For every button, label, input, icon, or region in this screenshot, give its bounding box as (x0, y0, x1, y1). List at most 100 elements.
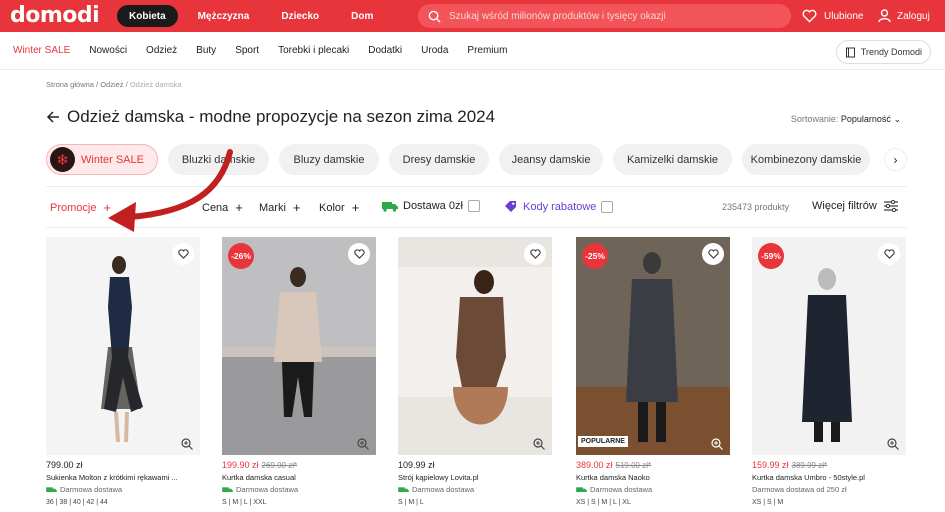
red-arrow-annotation (108, 149, 233, 232)
product-price: 159.99 zł 389.99 zł* (752, 460, 906, 470)
favorite-button[interactable] (702, 243, 724, 265)
product-card[interactable]: -25% POPULARNE 389.00 zł 519.00 zł* Kurtk… (576, 237, 730, 506)
filter-kody[interactable]: Kody rabatowe (504, 200, 614, 213)
product-image[interactable]: -25% POPULARNE (576, 237, 730, 455)
chevron-right-icon: › (893, 152, 898, 167)
trendy-button[interactable]: Trendy Domodi (835, 40, 931, 64)
cat-nowosci[interactable]: Nowości (89, 45, 127, 56)
filter-dostawa[interactable]: Dostawa 0zł (382, 200, 480, 212)
product-image[interactable] (46, 237, 200, 455)
product-image[interactable] (398, 237, 552, 455)
tab-dziecko[interactable]: Dziecko (269, 5, 331, 27)
cat-torebki[interactable]: Torebki i plecaki (278, 45, 349, 56)
product-image[interactable]: -26% (222, 237, 376, 455)
cat-winter-sale[interactable]: Winter SALE (13, 45, 70, 56)
coupon-checkbox[interactable] (601, 200, 614, 213)
heart-icon (707, 249, 719, 259)
tag-icon (505, 201, 516, 212)
zoom-icon[interactable] (886, 437, 900, 451)
chip-kombinezony[interactable]: Kombinezony damskie (742, 144, 870, 175)
delivery-checkbox[interactable] (467, 200, 480, 212)
filter-kolor[interactable]: Kolor + (319, 200, 359, 215)
product-card[interactable]: -26% 199.90 zł 269.90 zł* Kurtka damska c… (222, 237, 376, 506)
more-filters-button[interactable]: Więcej filtrów (812, 200, 898, 212)
breadcrumb-home[interactable]: Strona główna (46, 80, 94, 89)
cat-buty[interactable]: Buty (196, 45, 216, 56)
product-image[interactable]: -59% (752, 237, 906, 455)
heart-icon (353, 249, 365, 259)
discount-badge: -26% (228, 243, 254, 269)
product-price: 389.00 zł 519.00 zł* (576, 460, 730, 470)
favorite-button[interactable] (348, 243, 370, 265)
product-price: 109.99 zł (398, 460, 552, 470)
filter-dostawa-label: Dostawa 0zł (403, 200, 463, 212)
favorite-button[interactable] (172, 243, 194, 265)
chip-jeansy[interactable]: Jeansy damskie (499, 144, 603, 175)
truck-icon (222, 486, 233, 492)
domodi-logo[interactable]: domodi (10, 3, 100, 28)
zoom-icon[interactable] (710, 437, 724, 451)
product-card[interactable]: 109.99 zł Strój kąpielowy Lovita.pl Darm… (398, 237, 552, 506)
product-name[interactable]: Strój kąpielowy Lovita.pl (398, 473, 552, 482)
cat-sport[interactable]: Sport (235, 45, 259, 56)
search-icon (428, 10, 441, 23)
shipping-label: Darmowa dostawa (60, 485, 123, 494)
gender-tabs: Kobieta Mężczyzna Dziecko Dom (117, 5, 393, 27)
tab-dom[interactable]: Dom (339, 5, 385, 27)
favorite-button[interactable] (524, 243, 546, 265)
chip-kamizelki[interactable]: Kamizelki damskie (613, 144, 732, 175)
product-name[interactable]: Sukienka Molton z krótkimi rękawami ... (46, 473, 200, 482)
product-card[interactable]: -59% 159.99 zł 389.99 zł* Kurtka damska U… (752, 237, 906, 506)
old-price: 269.90 zł* (261, 461, 298, 470)
search-placeholder: Szukaj wśród milionów produktów i tysięc… (449, 10, 666, 22)
heart-icon (883, 249, 895, 259)
product-name[interactable]: Kurtka damska Naoko (576, 473, 730, 482)
zoom-icon[interactable] (532, 437, 546, 451)
product-name[interactable]: Kurtka damska casual (222, 473, 376, 482)
plus-icon: + (351, 200, 360, 215)
cat-odziez[interactable]: Odzież (146, 45, 177, 56)
product-name[interactable]: Kurtka damska Umbro - 50style.pl (752, 473, 906, 482)
product-photo (802, 268, 852, 442)
favorites-link[interactable]: Ulubione (802, 0, 863, 32)
popular-badge: POPULARNE (578, 436, 628, 447)
trendy-label: Trendy Domodi (860, 47, 922, 57)
filter-marki-label: Marki (259, 201, 286, 214)
search-input[interactable]: Szukaj wśród milionów produktów i tysięc… (418, 4, 791, 28)
heart-icon (529, 249, 541, 259)
tab-mezczyzna[interactable]: Mężczyzna (186, 5, 262, 27)
tab-kobieta[interactable]: Kobieta (117, 5, 178, 27)
filter-marki[interactable]: Marki + (259, 200, 300, 215)
login-link[interactable]: Zaloguj (878, 0, 930, 32)
page-title: Odzież damska - modne propozycje na sezo… (67, 107, 496, 126)
chevron-down-icon: ⌄ (893, 114, 901, 124)
product-sizes: XS | S | M (752, 499, 784, 506)
sort-label: Sortowanie: (790, 114, 839, 124)
cat-uroda[interactable]: Uroda (421, 45, 448, 56)
product-card[interactable]: 799.00 zł Sukienka Molton z krótkimi ręk… (46, 237, 200, 506)
product-photo (222, 237, 376, 455)
heart-icon (802, 9, 817, 23)
zoom-icon[interactable] (356, 437, 370, 451)
cat-dodatki[interactable]: Dodatki (368, 45, 402, 56)
shipping-info: Darmowa dostawa (46, 485, 200, 494)
current-price: 159.99 zł (752, 460, 789, 470)
old-price: 389.99 zł* (791, 461, 828, 470)
sort-dropdown[interactable]: Sortowanie: Popularność ⌄ (791, 114, 901, 125)
chips-next-button[interactable]: › (884, 148, 907, 171)
chip-dresy[interactable]: Dresy damskie (389, 144, 489, 175)
breadcrumb: Strona główna / Odzież / Odzież damska (46, 80, 182, 89)
breadcrumb-parent[interactable]: Odzież (100, 80, 123, 89)
zoom-icon[interactable] (180, 437, 194, 451)
back-arrow-icon[interactable] (46, 110, 60, 124)
page-title-row: Odzież damska - modne propozycje na sezo… (46, 107, 495, 127)
top-bar: domodi Kobieta Mężczyzna Dziecko Dom Szu… (0, 0, 945, 32)
chip-bluzy[interactable]: Bluzy damskie (279, 144, 379, 175)
favorite-button[interactable] (878, 243, 900, 265)
product-sizes: S | M | L (398, 499, 424, 506)
discount-badge: -59% (758, 243, 784, 269)
cat-premium[interactable]: Premium (467, 45, 507, 56)
shipping-label: Darmowa dostawa (590, 485, 653, 494)
truck-icon (576, 486, 587, 492)
product-sizes: S | M | L | XXL (222, 499, 267, 506)
